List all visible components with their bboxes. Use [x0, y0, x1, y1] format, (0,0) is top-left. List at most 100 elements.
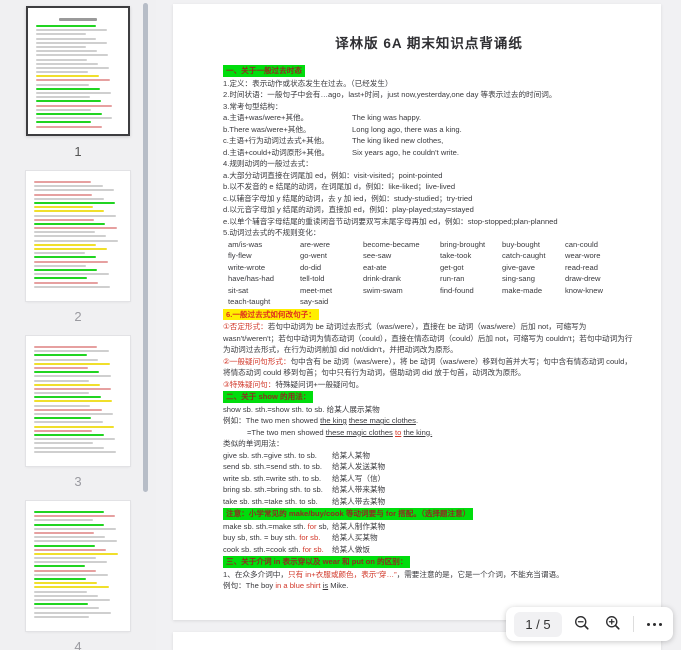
- thumbnail-text-line: [36, 121, 91, 123]
- verb-pair-cell: bring-brought: [440, 239, 502, 251]
- thumbnail-text-line: [36, 67, 109, 69]
- thumbnail-text-line: [34, 219, 94, 221]
- thumbnail-text-line: [34, 277, 87, 279]
- thumbnail-text-line: [36, 59, 87, 61]
- document-line: b.There was/were+其他。Long long ago, there…: [223, 124, 635, 136]
- page-thumbnail-4[interactable]: [26, 501, 130, 631]
- document-line: ③特殊疑问句：特殊疑问词+一般疑问句。: [223, 379, 635, 391]
- verb-pair-cell: buy-bought: [502, 239, 565, 251]
- page-thumbnail-3[interactable]: [26, 336, 130, 466]
- thumbnail-text-line: [36, 42, 107, 44]
- document-line: bring sb. sth.=bring sth. to sb.给某人带来某物: [223, 484, 635, 496]
- thumbnail-text-line: [36, 79, 110, 81]
- verb-pair-cell: have/has-had: [228, 273, 300, 285]
- verb-pair-cell: get-got: [440, 262, 502, 274]
- verb-pair-cell: see-saw: [363, 250, 440, 262]
- thumbnail-text-line: [36, 71, 88, 73]
- thumbnail-text-line: [34, 405, 90, 407]
- document-line: 类似的单词用法：: [223, 438, 635, 450]
- thumbnail-text-line: [36, 117, 112, 119]
- document-line: 6.一般过去式如何改句子：: [223, 308, 635, 322]
- sidebar-scrollbar[interactable]: [143, 3, 148, 492]
- thumbnail-text-line: [36, 126, 102, 128]
- thumbnail-text-line: [34, 265, 86, 267]
- thumbnail-text-line: [34, 549, 106, 551]
- zoom-in-button[interactable]: [602, 613, 624, 635]
- viewer-toolbar: 1 / 5: [506, 607, 673, 641]
- thumbnail-sidebar: 1234: [0, 0, 156, 650]
- zoom-in-icon: [604, 614, 622, 635]
- thumbnail-text-line: [36, 96, 90, 98]
- document-line: 一、关于一般过去时态: [223, 64, 635, 78]
- document-content: 一、关于一般过去时态1.定义：表示动作或状态发生在过去。（已经发生）2.时间状语…: [223, 64, 635, 592]
- page-thumbnail-2[interactable]: [26, 171, 130, 301]
- thumbnail-text-line: [34, 223, 105, 225]
- thumbnail-text-line: [34, 519, 93, 521]
- thumbnail-text-line: [36, 46, 86, 48]
- verb-pair-cell: say-said: [300, 296, 363, 308]
- document-line: give sb. sth.=give sth. to sb.给某人某物: [223, 450, 635, 462]
- thumbnail-text-line: [34, 185, 103, 187]
- thumbnail-text-line: [34, 586, 109, 588]
- thumbnail-text-line: [34, 607, 99, 609]
- thumbnail-text-line: [34, 417, 91, 419]
- document-line: 例如：The two men showed the king these mag…: [223, 415, 635, 427]
- section-header: 三、关于介词 in 表示穿以及 wear 和 put on 的区别：: [223, 556, 410, 568]
- verb-pair-cell: know-knew: [565, 285, 623, 297]
- more-options-button[interactable]: [643, 613, 665, 635]
- thumbnail-text-line: [34, 528, 116, 530]
- document-line: take sb. sth.=take sth. to sb.给某人带去某物: [223, 496, 635, 508]
- document-line: buy sb, sth. = buy sth. for sb.给某人买某物: [223, 532, 635, 544]
- verb-pair-cell: draw-drew: [565, 273, 623, 285]
- more-icon: [647, 623, 662, 626]
- thumbnail-text-line: [34, 282, 98, 284]
- thumbnail-text-line: [34, 511, 104, 513]
- section-header: 注意：小学常见的 make/buy/cook 等动词要与 for 搭配。（选择题…: [223, 508, 473, 520]
- document-line: 4.规则动词的一般过去式：: [223, 158, 635, 170]
- verb-pair-cell: do-did: [300, 262, 363, 274]
- thumbnail-text-line: [34, 273, 109, 275]
- thumbnail-text-line: [36, 88, 100, 90]
- page-thumbnail-label: 3: [74, 474, 81, 489]
- thumbnail-text-line: [34, 384, 100, 386]
- verb-pair-cell: give-gave: [502, 262, 565, 274]
- thumbnail-text-line: [36, 84, 89, 86]
- document-line: 二、关于 show 的用法：: [223, 390, 635, 404]
- document-line: teach-taughtsay-said: [223, 296, 635, 308]
- verb-pair-cell: [363, 296, 440, 308]
- zoom-out-button[interactable]: [571, 613, 593, 635]
- thumbnail-text-line: [34, 261, 108, 263]
- thumbnail-text-line: [34, 350, 109, 352]
- thumbnail-text-line: [34, 426, 114, 428]
- thumbnail-text-line: [34, 359, 98, 361]
- thumbnail-text-line: [34, 189, 114, 191]
- document-line: 3.常考句型结构：: [223, 101, 635, 113]
- document-line: 例句：The boy in a blue shirt is Mike.: [223, 580, 635, 592]
- verb-pair-cell: sing-sang: [502, 273, 565, 285]
- verb-pair-cell: find-found: [440, 285, 502, 297]
- document-line: d.以元音字母加 y 结尾的动词，直接加 ed，例如：play-played;s…: [223, 204, 635, 216]
- document-line: d.主语+could+动词原形+其他。Six years ago, he cou…: [223, 147, 635, 159]
- page-thumbnail-1[interactable]: [26, 6, 130, 136]
- thumbnail-text-line: [34, 578, 86, 580]
- thumbnail-text-line: [34, 198, 104, 200]
- document-line: send sb. sth.=send sth. to sb.给某人发送某物: [223, 461, 635, 473]
- thumbnail-text-line: [34, 616, 89, 618]
- document-line: 2.时间状语：一般句子中会有…ago，last+时间，just now,yest…: [223, 89, 635, 101]
- thumbnail-text-line: [34, 430, 92, 432]
- thumbnail-text-line: [34, 256, 96, 258]
- thumbnail-text-line: [34, 367, 88, 369]
- verb-pair-cell: take-took: [440, 250, 502, 262]
- document-line: cook sb. sth.=cook sth. for sb.给某人做饭: [223, 544, 635, 556]
- page-indicator[interactable]: 1 / 5: [514, 612, 562, 637]
- document-line: e.以单个辅音字母结尾的重读闭音节动词要双写末尾字母再加 ed，例如：stop-…: [223, 216, 635, 228]
- thumbnail-text-line: [36, 109, 91, 111]
- document-line: 1、在众多介词中，只有 in+衣服或颜色，表示“穿…”，需要注意的是，它是一个介…: [223, 569, 635, 581]
- thumbnail-text-line: [34, 202, 115, 204]
- thumbnail-text-line: [34, 380, 89, 382]
- thumbnail-text-line: [34, 215, 116, 217]
- document-line: c.以辅音字母加 y 结尾的动词，去 y 加 ied，例如：study-stud…: [223, 193, 635, 205]
- document-line: ①否定形式：若句中动词为 be 动词过去形式（was/were），直接在 be …: [223, 321, 635, 356]
- thumbnail-text-line: [34, 286, 110, 288]
- verb-pair-cell: am/is-was: [228, 239, 300, 251]
